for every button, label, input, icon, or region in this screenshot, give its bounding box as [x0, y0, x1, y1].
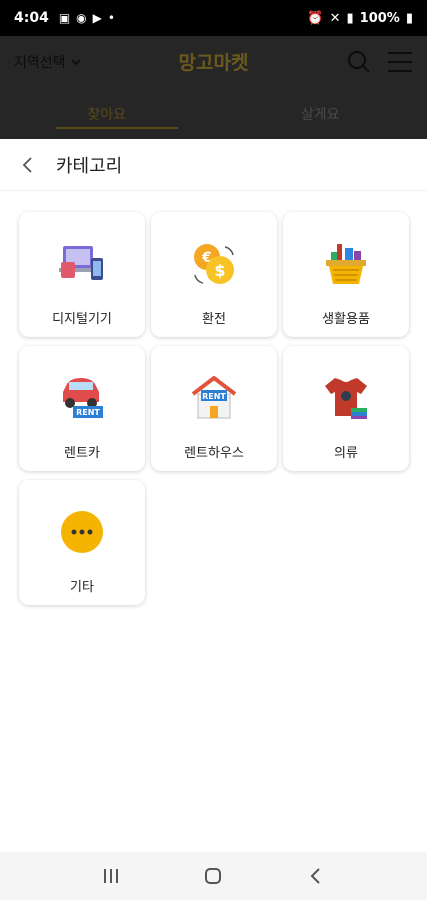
battery-icon: ▮ — [405, 10, 413, 26]
page-title: 카테고리 — [56, 155, 123, 177]
category-card-renthouse[interactable]: RENT 렌트하우스 — [151, 346, 277, 471]
status-bar: 4:04 ▣ ◉ ▶ • ⏰ ✕ ▮ 100% ▮ — [0, 0, 427, 36]
digital-devices-icon — [58, 240, 106, 288]
category-card-rentcar[interactable]: RENT 렌트카 — [19, 346, 145, 471]
category-label: 환전 — [202, 312, 226, 327]
battery-percent: 100% — [359, 10, 400, 26]
home-button[interactable] — [193, 861, 233, 891]
system-nav-bar — [0, 852, 427, 900]
category-card-exchange[interactable]: € $ 환전 — [151, 212, 277, 337]
signal-icon: ▮ — [346, 10, 354, 26]
back-icon — [310, 868, 320, 884]
status-time: 4:04 — [14, 10, 49, 26]
household-goods-icon — [322, 240, 370, 288]
category-card-clothing[interactable]: 의류 — [283, 346, 409, 471]
home-icon — [205, 868, 222, 884]
category-card-etc[interactable]: 기타 — [19, 480, 145, 605]
tab-find[interactable]: 찾아요 — [0, 88, 214, 139]
clothing-icon — [322, 374, 370, 422]
recent-apps-icon — [104, 869, 119, 883]
category-label: 렌트카 — [64, 446, 100, 461]
notification-icons: ▣ ◉ ▶ • — [59, 11, 115, 25]
category-header: 카테고리 — [0, 139, 427, 191]
category-label: 디지털기기 — [52, 312, 112, 327]
category-grid: 디지털기기 € $ 환전 생활용품 RENT 렌트카 RENT 렌트하우스 의류… — [19, 212, 409, 605]
rent-car-icon: RENT — [58, 374, 106, 422]
alarm-icon: ⏰ — [307, 10, 324, 26]
app-header: 지역선택 망고마켓 찾아요 살게요 — [0, 36, 427, 139]
svg-text:$: $ — [214, 261, 225, 280]
category-label: 렌트하우스 — [184, 446, 244, 461]
recent-apps-button[interactable] — [91, 861, 131, 891]
back-arrow-icon[interactable] — [18, 155, 38, 175]
category-card-digital[interactable]: 디지털기기 — [19, 212, 145, 337]
mute-icon: ✕ — [329, 10, 341, 26]
dot-icon: • — [107, 11, 115, 25]
svg-text:RENT: RENT — [202, 392, 226, 401]
category-card-household[interactable]: 생활용품 — [283, 212, 409, 337]
currency-exchange-icon: € $ — [190, 240, 238, 288]
back-button[interactable] — [296, 861, 336, 891]
svg-text:RENT: RENT — [76, 408, 100, 417]
brand-logo: 망고마켓 — [178, 52, 249, 74]
messenger-icon: ◉ — [76, 11, 87, 25]
rent-house-icon: RENT — [190, 374, 238, 422]
category-label: 기타 — [70, 580, 94, 595]
play-icon: ▶ — [92, 11, 102, 25]
more-icon — [58, 508, 106, 556]
gallery-icon: ▣ — [58, 11, 71, 25]
tab-buy[interactable]: 살게요 — [214, 88, 427, 139]
category-label: 생활용품 — [322, 312, 370, 327]
category-label: 의류 — [334, 446, 358, 461]
system-icons: ⏰ ✕ ▮ 100% ▮ — [307, 11, 413, 26]
